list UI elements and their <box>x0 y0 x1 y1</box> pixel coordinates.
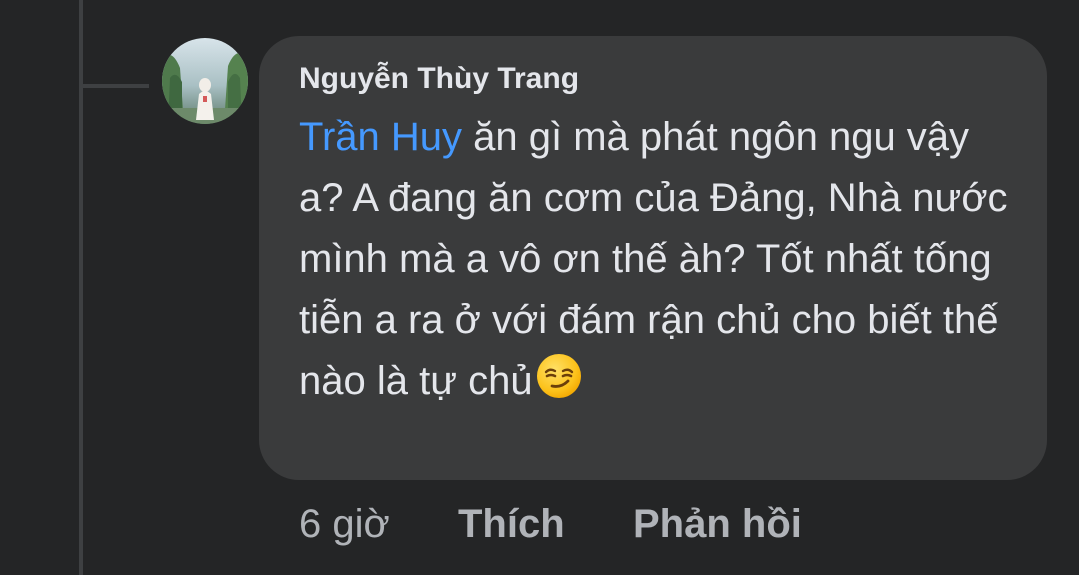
comment-timestamp[interactable]: 6 giờ <box>299 502 390 547</box>
mention-link[interactable]: Trần Huy <box>299 115 462 159</box>
like-button[interactable]: Thích <box>458 502 565 547</box>
thread-branch-line <box>83 84 149 88</box>
comment-author-name[interactable]: Nguyễn Thùy Trang <box>299 62 579 96</box>
smirking-face-icon <box>535 352 583 400</box>
reply-button[interactable]: Phản hồi <box>633 502 802 547</box>
comment-thread: Nguyễn Thùy Trang Trần Huy ăn gì mà phát… <box>0 0 1079 575</box>
comment-text: Trần Huy ăn gì mà phát ngôn ngu vậy a? A… <box>299 107 1019 412</box>
avatar-image <box>162 38 248 124</box>
avatar[interactable] <box>162 38 248 124</box>
